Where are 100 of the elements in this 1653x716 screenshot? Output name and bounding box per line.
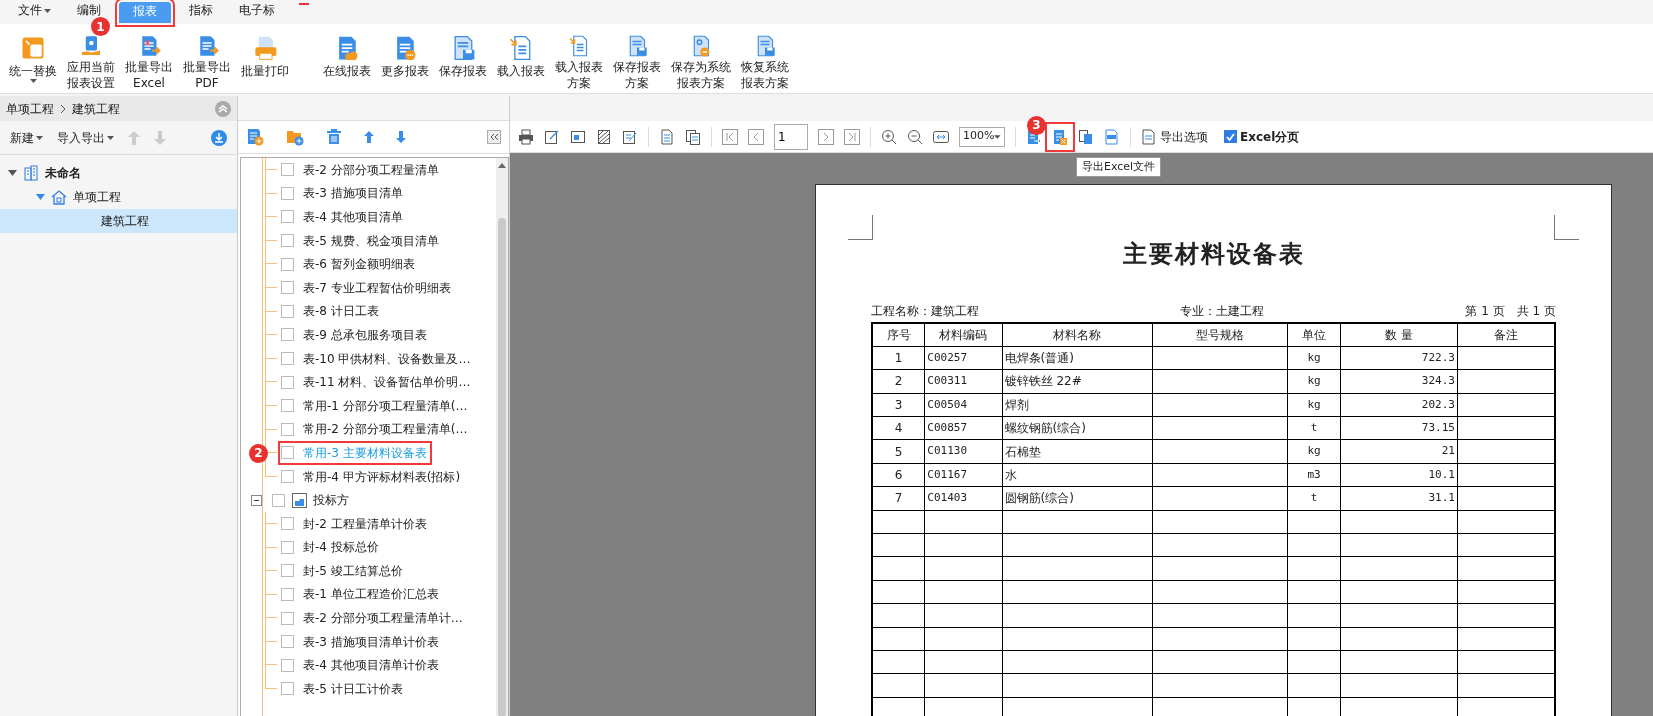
checkbox[interactable] — [281, 611, 294, 625]
page-field[interactable]: 1 — [774, 123, 808, 150]
report-item[interactable]: 封-5 竣工结算总价 — [301, 561, 405, 580]
menu-tab[interactable]: 文件 — [12, 3, 57, 17]
export-options-button[interactable]: 导出选项 — [1141, 127, 1208, 146]
download-icon[interactable] — [211, 129, 227, 146]
checkbox[interactable] — [281, 281, 294, 295]
checkbox[interactable] — [281, 210, 294, 224]
checkbox[interactable] — [281, 540, 294, 554]
ribbon-button[interactable]: 统一替换 — [4, 32, 62, 93]
pattern-icon[interactable] — [596, 128, 612, 145]
menu-tab[interactable]: 编制 — [71, 3, 107, 17]
breadcrumb-item[interactable]: 建筑工程 — [72, 99, 120, 118]
documents-icon[interactable] — [685, 128, 701, 145]
checkbox[interactable] — [281, 517, 294, 531]
scrollbar[interactable] — [496, 158, 508, 716]
first-page-icon[interactable] — [722, 128, 738, 145]
checkbox[interactable] — [281, 304, 294, 318]
add-report-icon[interactable] — [246, 128, 264, 146]
menu-tab[interactable]: 电子标 — [233, 3, 281, 17]
breadcrumb-item[interactable]: 单项工程 — [6, 99, 54, 118]
scroll-up-icon[interactable] — [497, 161, 507, 169]
checkbox[interactable] — [281, 375, 294, 389]
report-item[interactable]: 表-11 材料、设备暂估单价明… — [301, 373, 473, 392]
edit-form-icon[interactable] — [622, 128, 638, 145]
toolbar-button[interactable]: 导入导出 — [57, 128, 114, 147]
move-down-icon[interactable] — [396, 131, 406, 143]
report-item[interactable]: 封-2 工程量清单计价表 — [301, 514, 429, 533]
report-item[interactable]: 表-9 总承包服务项目表 — [301, 325, 429, 344]
add-folder-icon[interactable] — [286, 128, 304, 146]
checkbox[interactable] — [281, 399, 294, 413]
expand-arrow-icon[interactable] — [8, 170, 17, 176]
report-item[interactable]: 表-2 分部分项工程量清单 — [301, 160, 441, 179]
checkbox[interactable] — [281, 682, 294, 696]
collapse-toggle-icon[interactable] — [251, 494, 262, 506]
tree-item[interactable]: 未命名 — [0, 161, 237, 185]
down-arrow-icon[interactable] — [154, 130, 166, 145]
checkbox[interactable] — [281, 234, 294, 248]
checkbox[interactable] — [281, 352, 294, 366]
tree-item[interactable]: 单项工程 — [0, 185, 237, 209]
report-item[interactable]: 表-5 计日工计价表 — [301, 679, 405, 698]
ribbon-button[interactable]: 批量导出 PDF — [178, 32, 236, 93]
ribbon-button[interactable]: 保存为系统 报表方案 — [666, 32, 736, 93]
copy-excel-icon[interactable] — [1078, 128, 1094, 145]
ribbon-button[interactable]: 在线报表 — [318, 32, 376, 93]
printer-icon[interactable] — [518, 128, 534, 145]
previous-page-icon[interactable] — [748, 128, 764, 145]
excel-export-icon[interactable] — [1052, 128, 1068, 145]
checkbox[interactable] — [281, 257, 294, 271]
pdf-icon[interactable] — [1104, 128, 1120, 145]
report-item[interactable]: 表-1 单位工程造价汇总表 — [301, 585, 441, 604]
edit-icon[interactable] — [544, 128, 560, 145]
ribbon-button[interactable]: 载入报表 方案 — [550, 32, 608, 93]
ribbon-button[interactable]: 保存报表 方案 — [608, 32, 666, 93]
report-item[interactable]: 表-6 暂列金额明细表 — [301, 255, 417, 274]
delete-icon[interactable] — [326, 129, 342, 145]
zoom-dropdown[interactable]: 100% — [959, 126, 1005, 147]
report-item[interactable]: 表-3 措施项目清单 — [301, 184, 405, 203]
report-item[interactable]: 常用-4 甲方评标材料表(招标) — [301, 467, 463, 486]
report-item[interactable]: 封-4 投标总价 — [301, 538, 381, 557]
ribbon-button[interactable]: 载入报表 — [492, 32, 550, 93]
move-up-icon[interactable] — [364, 131, 374, 143]
report-item[interactable]: 表-5 规费、税金项目清单 — [301, 231, 441, 250]
up-arrow-icon[interactable] — [128, 130, 140, 145]
fit-width-icon[interactable] — [933, 128, 949, 145]
checkbox[interactable] — [281, 328, 294, 342]
ribbon-button[interactable]: 保存报表 — [434, 32, 492, 93]
report-item[interactable]: 表-8 计日工表 — [301, 302, 381, 321]
checkbox[interactable] — [281, 470, 294, 483]
report-item[interactable]: 表-4 其他项目清单 — [301, 208, 405, 226]
report-item[interactable]: 表-2 分部分项工程量清单计… — [301, 609, 465, 628]
tree-item[interactable]: 建筑工程 — [0, 209, 237, 233]
ribbon-button[interactable]: 更多报表 — [376, 32, 434, 93]
zoom-in-icon[interactable] — [881, 128, 897, 145]
expand-arrow-icon[interactable] — [36, 194, 45, 200]
menu-tab[interactable]: 指标 — [183, 3, 219, 17]
page-setup-icon[interactable] — [570, 128, 586, 145]
checkbox[interactable] — [281, 588, 294, 601]
ribbon-button[interactable]: 恢复系统 报表方案 — [736, 32, 794, 93]
document-icon[interactable] — [659, 128, 675, 145]
zoom-out-icon[interactable] — [907, 128, 923, 145]
ribbon-button[interactable]: 批量打印 — [236, 32, 294, 93]
checkbox[interactable] — [281, 163, 294, 177]
collapse-up-icon[interactable] — [215, 100, 231, 117]
report-item[interactable]: 表-4 其他项目清单计价表 — [301, 656, 441, 675]
checkbox[interactable] — [281, 564, 294, 578]
next-page-icon[interactable] — [818, 128, 834, 145]
report-item[interactable]: 常用-2 分部分项工程量清单(… — [301, 420, 470, 439]
checkbox[interactable] — [281, 186, 294, 200]
checkbox[interactable] — [272, 493, 285, 507]
report-item[interactable]: 表-10 甲供材料、设备数量及… — [301, 349, 473, 368]
excel-paging-checkbox[interactable]: Excel分页 — [1224, 127, 1300, 146]
toolbar-button[interactable]: 新建 — [10, 128, 43, 147]
checkbox[interactable] — [281, 635, 294, 649]
report-item[interactable]: 表-7 专业工程暂估价明细表 — [301, 278, 453, 297]
report-item[interactable]: 常用-1 分部分项工程量清单(… — [301, 396, 470, 415]
collapse-left-icon[interactable] — [487, 130, 501, 144]
report-item[interactable]: 表-3 措施项目清单计价表 — [301, 632, 441, 651]
ribbon-button[interactable]: 批量导出 Excel — [120, 32, 178, 93]
checkbox[interactable] — [281, 658, 294, 672]
